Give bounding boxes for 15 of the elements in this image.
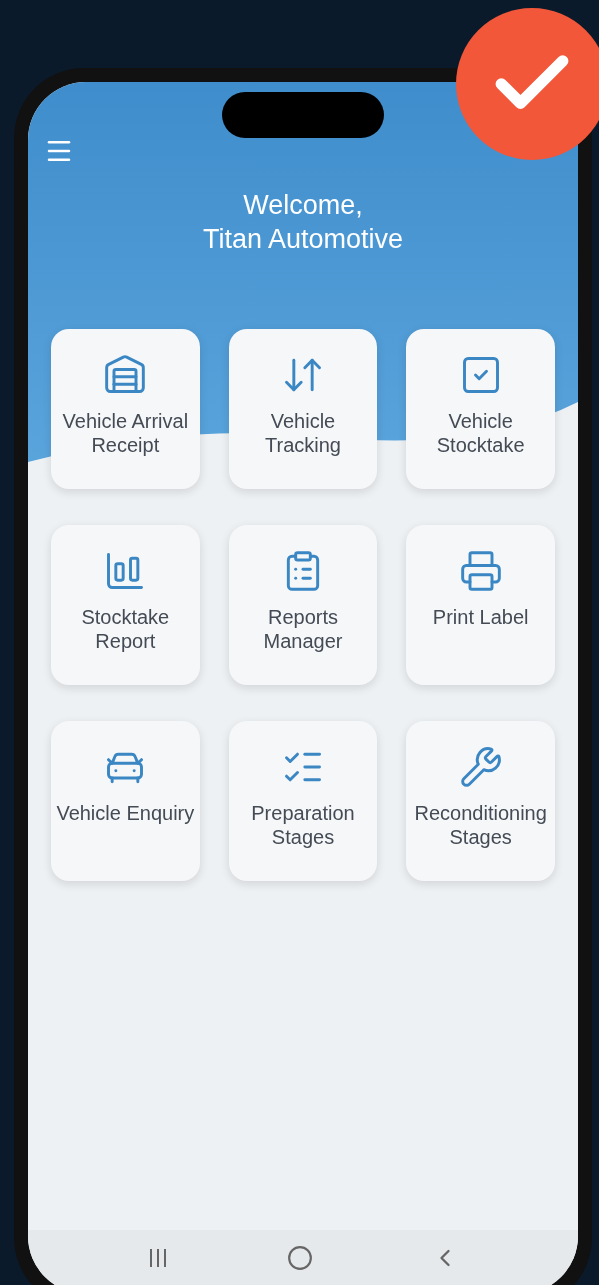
menu-tile[interactable]: Vehicle Arrival Receipt (51, 329, 200, 489)
recent-apps-icon[interactable] (147, 1247, 169, 1269)
menu-tile[interactable]: Vehicle Stocktake (406, 329, 555, 489)
printer-icon (458, 549, 503, 593)
welcome-text: Welcome, (243, 189, 363, 222)
menu-tile[interactable]: Reconditioning Stages (406, 721, 555, 881)
wrench-icon (458, 745, 503, 789)
menu-tile[interactable]: Preparation Stages (228, 721, 378, 881)
home-icon[interactable] (287, 1245, 313, 1271)
company-name: Titan Automotive (202, 223, 404, 256)
menu-tile[interactable]: Print Label (406, 525, 555, 685)
menu-tile[interactable]: Vehicle Tracking (228, 329, 378, 489)
menu-tile[interactable]: Reports Manager (228, 525, 378, 685)
menu-tile[interactable]: Vehicle Enquiry (51, 721, 200, 881)
menu-tile[interactable]: Stocktake Report (51, 525, 200, 685)
